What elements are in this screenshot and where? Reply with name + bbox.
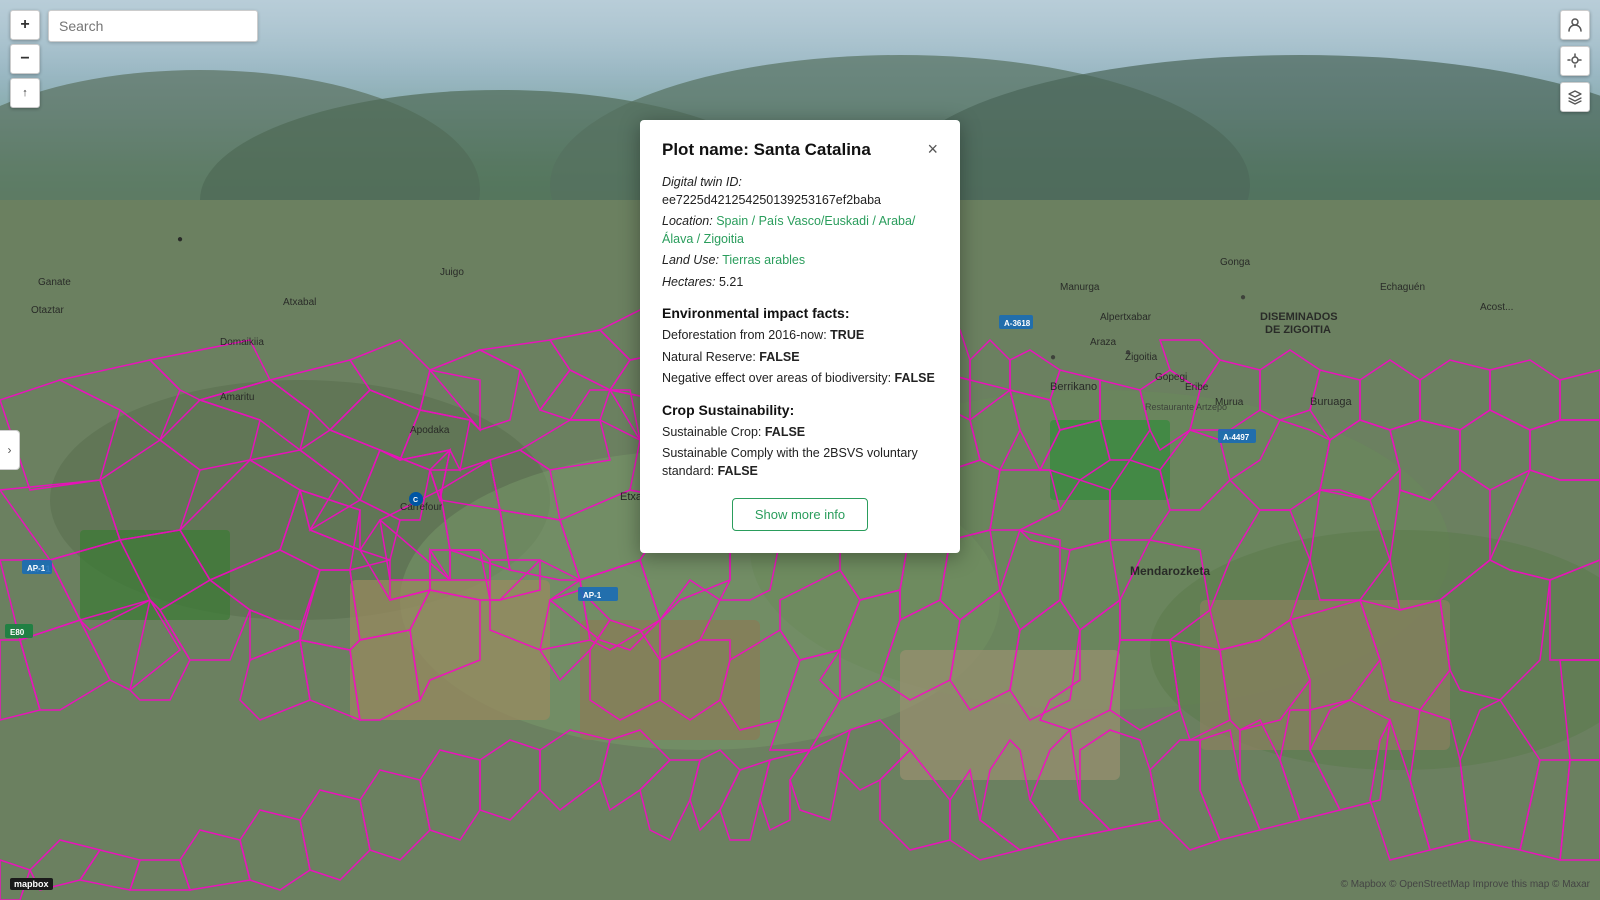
svg-text:E80: E80 [10,628,25,637]
crop-section-title: Crop Sustainability: [662,402,938,418]
svg-text:Berrikano: Berrikano [1050,381,1097,393]
svg-text:Zigoitia: Zigoitia [1125,352,1158,363]
svg-text:●: ● [177,234,183,245]
hectares-value: 5.21 [719,275,743,289]
svg-text:Alpertxabar: Alpertxabar [1100,312,1152,323]
zoom-out-button[interactable]: − [10,44,40,74]
sustainable-crop-value: FALSE [765,425,805,439]
mapbox-logo-mark: mapbox [10,878,53,890]
svg-text:Ganate: Ganate [38,277,71,288]
map-controls-right [1560,10,1590,112]
svg-text:A-4497: A-4497 [1223,433,1250,442]
panel-collapse-button[interactable]: › [0,430,20,470]
user-icon-button[interactable] [1560,10,1590,40]
sustainable-crop-label: Sustainable Crop: [662,425,761,439]
svg-text:Domaikiia: Domaikiia [220,337,264,348]
mapbox-logo: mapbox [10,878,53,890]
svg-text:C: C [413,497,418,504]
popup-title: Plot name: Santa Catalina [662,140,871,160]
svg-text:Acost...: Acost... [1480,302,1513,313]
search-box[interactable] [48,10,258,42]
svg-text:A-3618: A-3618 [1004,319,1031,328]
svg-text:Juigo: Juigo [440,267,464,278]
svg-text:Restaurante Artzepo: Restaurante Artzepo [1145,402,1227,412]
deforestation-field: Deforestation from 2016-now: TRUE [662,327,938,345]
popup-header: Plot name: Santa Catalina × [662,140,938,160]
hectares-field: Hectares: 5.21 [662,274,938,292]
svg-text:Apodaka: Apodaka [410,425,450,436]
bsvs-field: Sustainable Comply with the 2BSVS volunt… [662,445,938,480]
svg-text:AP-1: AP-1 [30,564,51,574]
svg-text:Amaritu: Amaritu [220,392,254,403]
digital-twin-field: Digital twin ID: ee7225d4212542501392531… [662,174,938,209]
show-more-container: Show more info [662,498,938,531]
svg-text:Carrefour: Carrefour [400,502,443,513]
svg-text:Eribe: Eribe [1185,382,1209,393]
zoom-in-button[interactable]: + [10,10,40,40]
natural-reserve-label: Natural Reserve: [662,350,756,364]
digital-twin-value: ee7225d421254250139253167ef2baba [662,193,881,207]
svg-text:Otaztar: Otaztar [31,305,64,316]
svg-text:●: ● [1125,347,1131,358]
sustainable-crop-field: Sustainable Crop: FALSE [662,424,938,442]
hectares-label: Hectares: [662,275,716,289]
map-controls-zoom: + − ↑ [10,10,40,108]
svg-text:Echaguén: Echaguén [1380,282,1425,293]
plot-info-popup: Plot name: Santa Catalina × Digital twin… [640,120,960,553]
svg-text:AP-1: AP-1 [27,564,46,573]
biodiversity-field: Negative effect over areas of biodiversi… [662,370,938,388]
env-section-title: Environmental impact facts: [662,305,938,321]
svg-text:●: ● [1240,292,1246,303]
deforestation-label: Deforestation from 2016-now: [662,328,827,342]
layers-icon-button[interactable] [1560,82,1590,112]
compass-button[interactable]: ↑ [10,78,40,108]
svg-text:DE ZIGOITIA: DE ZIGOITIA [1265,324,1331,336]
svg-text:Gonga: Gonga [1220,257,1250,268]
land-use-value: Tierras arables [722,253,805,267]
natural-reserve-value: FALSE [759,350,799,364]
svg-text:Mendarozketa: Mendarozketa [1130,564,1210,578]
svg-text:Atxabal: Atxabal [283,297,316,308]
svg-text:AP-1: AP-1 [583,591,602,600]
natural-reserve-field: Natural Reserve: FALSE [662,349,938,367]
land-use-label: Land Use: [662,253,719,267]
show-more-button[interactable]: Show more info [732,498,868,531]
svg-text:Araza: Araza [1090,337,1117,348]
location-field: Location: Spain / País Vasco/Euskadi / A… [662,213,938,248]
digital-twin-label: Digital twin ID: [662,175,742,189]
svg-text:Buruaga: Buruaga [1310,396,1352,408]
location-label: Location: [662,214,713,228]
bsvs-label: Sustainable Comply with the 2BSVS volunt… [662,446,918,478]
svg-text:DISEMINADOS: DISEMINADOS [1260,311,1338,323]
land-use-field: Land Use: Tierras arables [662,252,938,270]
search-input[interactable] [48,10,258,42]
bsvs-value: FALSE [718,464,758,478]
biodiversity-value: FALSE [895,371,935,385]
svg-text:Manurga: Manurga [1060,282,1100,293]
svg-text:Murua: Murua [1215,397,1244,408]
location-icon-button[interactable] [1560,46,1590,76]
svg-text:Gopegi: Gopegi [1155,372,1187,383]
map-attribution: © Mapbox © OpenStreetMap Improve this ma… [1341,879,1590,890]
svg-text:●: ● [1050,352,1056,363]
deforestation-value: TRUE [830,328,864,342]
biodiversity-label: Negative effect over areas of biodiversi… [662,371,891,385]
popup-close-button[interactable]: × [927,140,938,158]
